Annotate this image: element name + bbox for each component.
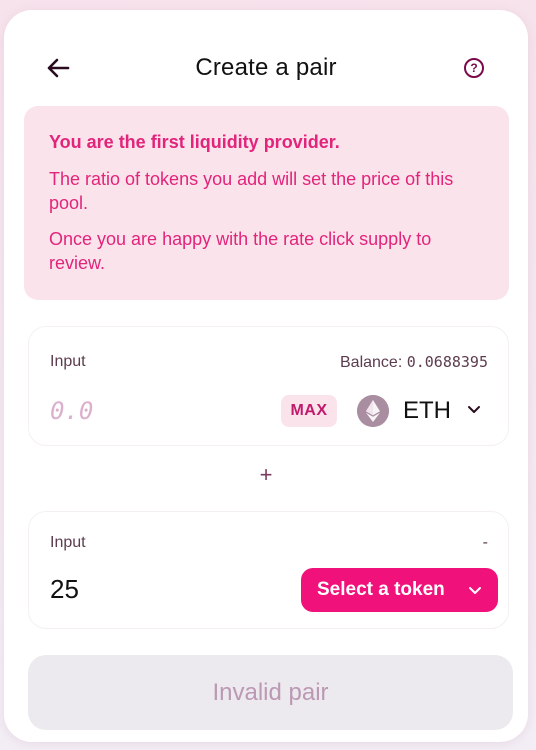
plus-icon: +: [259, 462, 273, 487]
input-b-label: Input: [50, 534, 86, 551]
ethereum-icon: [357, 395, 389, 427]
balance-label: Balance:: [340, 354, 403, 371]
input-a-label: Input: [50, 353, 86, 370]
balance-placeholder: -: [482, 534, 488, 551]
notice-text-review: Once you are happy with the rate click s…: [49, 229, 432, 273]
notice-title: You are the first liquidity provider.: [49, 132, 340, 152]
select-token-button[interactable]: Select a token: [301, 568, 498, 612]
token-input-b: Input - 25 Select a token: [28, 511, 509, 629]
balance-display: Balance: 0.0688395: [340, 353, 488, 372]
chevron-down-icon: [469, 587, 481, 594]
max-button[interactable]: MAX: [281, 395, 337, 427]
first-provider-notice: You are the first liquidity provider. Th…: [24, 106, 509, 300]
chevron-down-icon: [468, 406, 480, 413]
balance-value: 0.0688395: [406, 353, 488, 371]
token-symbol: ETH: [403, 397, 451, 424]
token-input-a: Input Balance: 0.0688395 MAX ETH: [28, 326, 509, 446]
page-title: Create a pair: [195, 54, 337, 81]
amount-input-a[interactable]: [50, 391, 230, 431]
invalid-pair-button[interactable]: Invalid pair: [28, 655, 513, 730]
token-selector-a[interactable]: ETH: [355, 391, 495, 431]
notice-text-ratio: The ratio of tokens you add will set the…: [49, 169, 454, 213]
help-icon[interactable]: ?: [464, 58, 484, 78]
amount-input-b[interactable]: 25: [50, 574, 79, 605]
create-pair-card: Create a pair ? You are the first liquid…: [4, 10, 528, 742]
select-token-label: Select a token: [317, 579, 445, 600]
